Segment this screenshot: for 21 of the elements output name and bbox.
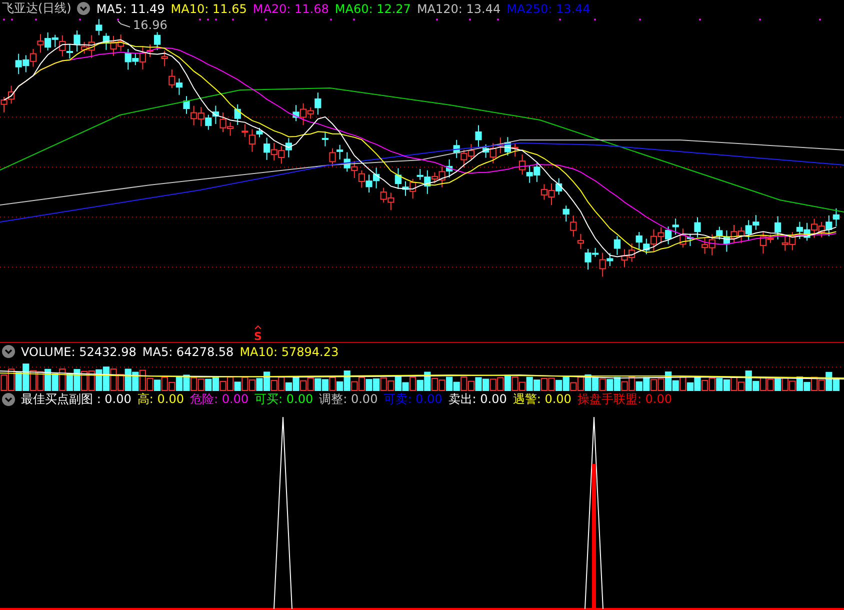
legend-value: 可卖: 0.00 [384, 391, 442, 408]
legend-value: 卖出: 0.00 [448, 391, 507, 408]
legend-value: 操盘手联盟: 0.00 [577, 391, 672, 408]
high-price-label: 16.96 [133, 18, 168, 32]
legend-value: MA10: 57894.23 [240, 344, 339, 359]
legend-value: 遇警: 0.00 [512, 391, 572, 408]
legend-value: VOLUME: 52432.98 [21, 344, 136, 359]
legend-value: MA60: 12.27 [334, 2, 411, 16]
signal-label: S [254, 330, 262, 342]
chart-title: 飞亚达(日线) [2, 0, 72, 18]
legend-value: 危险: 0.00 [190, 391, 249, 408]
legend-value: MA10: 11.65 [170, 2, 247, 16]
legend-value: 可买: 0.00 [254, 391, 314, 408]
legend-value: 最佳买点副图 : 0.00 [21, 391, 132, 408]
legend-value: MA5: 64278.58 [142, 344, 234, 359]
legend-value: MA20: 11.68 [252, 2, 329, 16]
legend-value: MA5: 11.49 [96, 2, 165, 16]
legend-value: 调整: 0.00 [319, 391, 378, 408]
legend-value: MA120: 13.44 [416, 2, 501, 16]
legend-value: MA250: 13.44 [506, 2, 590, 16]
legend-value: 高: 0.00 [137, 391, 184, 408]
